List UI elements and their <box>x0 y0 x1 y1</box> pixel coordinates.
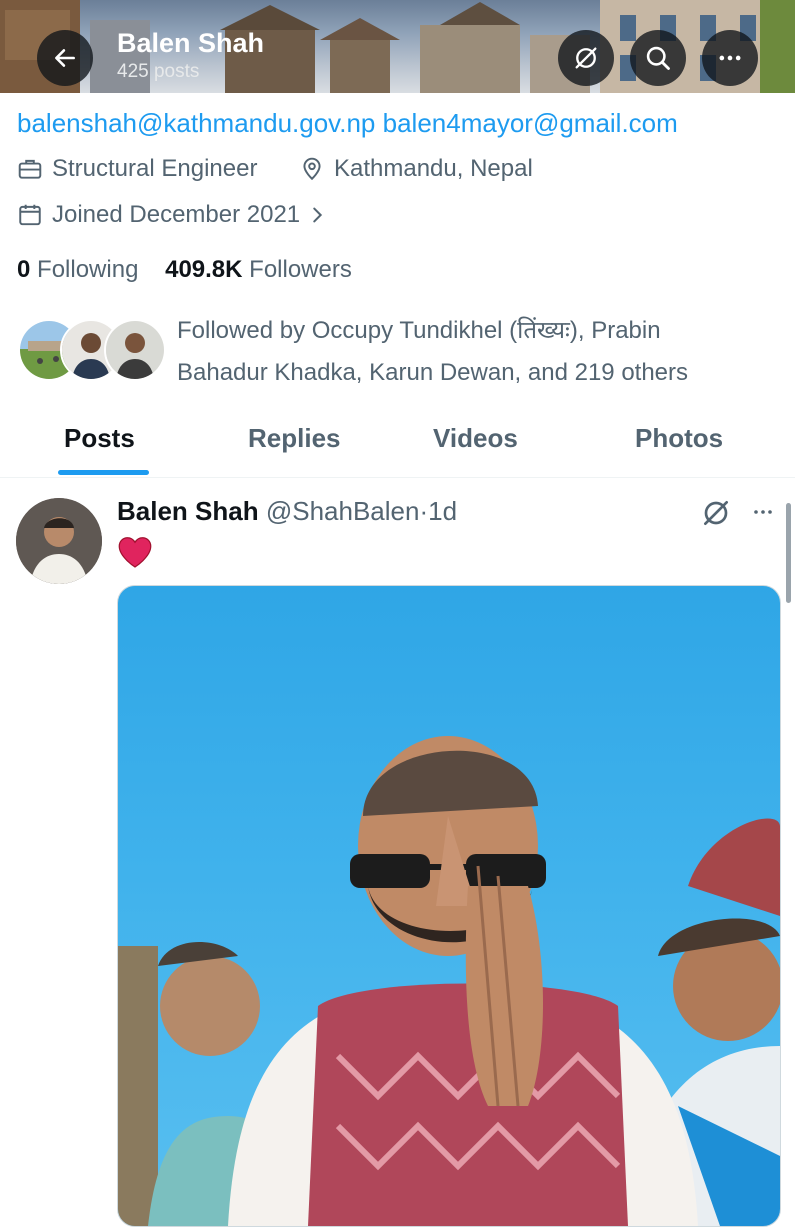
more-button[interactable] <box>702 30 758 86</box>
following-link[interactable]: 0 Following <box>17 256 138 283</box>
following-count: 0 <box>17 256 31 283</box>
briefcase-icon <box>18 159 42 179</box>
search-button[interactable] <box>630 30 686 86</box>
joined-item[interactable]: Joined December 2021 <box>17 201 337 229</box>
joined-label: Joined December 2021 <box>52 201 301 228</box>
email-link-2[interactable]: balen4mayor@gmail.com <box>383 108 678 138</box>
post-author-name[interactable]: Balen Shah <box>117 496 259 526</box>
followed-by-line-2: Bahadur Khadka, Karun Dewan, and 219 oth… <box>177 359 689 386</box>
posts-count: 425 posts <box>117 61 200 82</box>
post-header: Balen Shah @ShahBalen·1d <box>117 496 457 527</box>
post-author-avatar[interactable] <box>16 498 102 584</box>
calendar-icon <box>19 204 41 226</box>
location-label: Kathmandu, Nepal <box>334 155 533 182</box>
location-item: Kathmandu, Nepal <box>299 155 533 183</box>
followed-by-line-1: Followed by Occupy Tundikhel (तिंख्यः), … <box>177 317 661 344</box>
tab-posts[interactable]: Posts <box>64 423 135 454</box>
grok-icon <box>575 47 597 69</box>
followers-label: Followers <box>249 256 352 283</box>
active-tab-indicator <box>58 470 149 475</box>
profession-item: Structural Engineer <box>17 155 257 183</box>
back-arrow-icon <box>55 49 75 67</box>
scrollbar[interactable] <box>786 503 791 603</box>
profession-label: Structural Engineer <box>52 155 258 182</box>
followers-link[interactable]: 409.8K Followers <box>165 256 352 283</box>
chevron-right-icon <box>313 207 323 223</box>
post-separator: · <box>419 496 429 526</box>
tab-photos[interactable]: Photos <box>635 423 723 454</box>
red-heart-icon <box>118 537 152 568</box>
avatar <box>104 319 166 381</box>
follow-stats: 0 Following 409.8K Followers <box>17 256 352 284</box>
post-more-icon[interactable] <box>748 500 778 524</box>
back-button[interactable] <box>37 30 93 86</box>
post-time[interactable]: 1d <box>428 496 457 526</box>
tab-videos[interactable]: Videos <box>433 423 518 454</box>
grok-icon[interactable] <box>700 497 732 529</box>
followers-count: 409.8K <box>165 256 243 283</box>
profile-name-header: Balen Shah <box>117 28 265 58</box>
more-icon <box>719 55 741 61</box>
post-photo <box>118 736 780 1226</box>
tab-replies[interactable]: Replies <box>248 423 341 454</box>
search-icon <box>646 46 670 70</box>
followed-by-text[interactable]: Followed by Occupy Tundikhel (तिंख्यः), … <box>177 310 777 394</box>
post-media-image[interactable] <box>117 585 781 1227</box>
profile-banner[interactable]: Balen Shah 425 posts <box>0 0 795 93</box>
profile-tabs: Posts Replies Videos Photos <box>0 405 795 478</box>
post-author-handle[interactable]: @ShahBalen <box>266 496 420 526</box>
following-label: Following <box>37 256 139 283</box>
followed-by-avatars[interactable] <box>18 319 166 381</box>
location-pin-icon <box>303 157 321 181</box>
grok-button[interactable] <box>558 30 614 86</box>
bio-links: balenshah@kathmandu.gov.np balen4mayor@g… <box>17 108 678 139</box>
email-link-1[interactable]: balenshah@kathmandu.gov.np <box>17 108 375 138</box>
